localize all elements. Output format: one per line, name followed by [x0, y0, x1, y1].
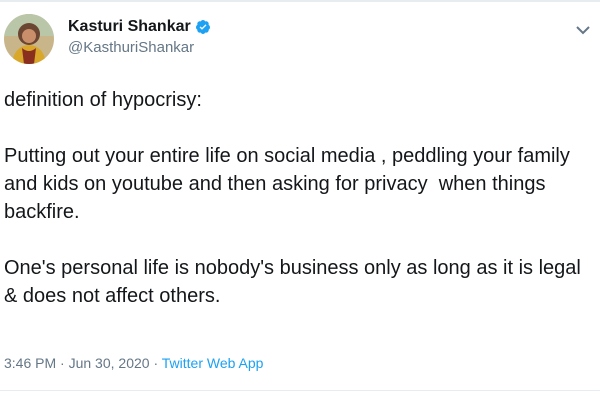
bottom-divider: [0, 390, 600, 391]
meta-separator: ·: [56, 355, 69, 371]
user-avatar-icon: [4, 14, 54, 64]
tweet-header: Kasturi Shankar @KasthuriShankar: [4, 14, 211, 64]
tweet-card[interactable]: Kasturi Shankar @KasthuriShankar definit…: [0, 0, 600, 400]
tweet-date[interactable]: Jun 30, 2020: [69, 355, 150, 371]
tweet-meta: 3:46 PM · Jun 30, 2020 · Twitter Web App: [4, 354, 263, 372]
verified-badge-icon: [195, 19, 211, 35]
tweet-time[interactable]: 3:46 PM: [4, 355, 56, 371]
chevron-down-icon[interactable]: [576, 22, 590, 35]
display-name[interactable]: Kasturi Shankar: [68, 18, 191, 36]
tweet-text: definition of hypocrisy: Putting out you…: [4, 86, 594, 310]
top-divider: [0, 0, 600, 2]
tweet-source-link[interactable]: Twitter Web App: [162, 355, 264, 371]
tweet-text-line1: definition of hypocrisy:: [4, 89, 202, 111]
author-names: Kasturi Shankar @KasthuriShankar: [68, 18, 211, 57]
tweet-text-paragraph3: One's personal life is nobody's business…: [4, 257, 587, 307]
display-name-row: Kasturi Shankar: [68, 18, 211, 36]
tweet-text-paragraph2: Putting out your entire life on social m…: [4, 145, 576, 223]
author-handle[interactable]: @KasthuriShankar: [68, 39, 211, 57]
avatar[interactable]: [4, 14, 54, 64]
meta-separator: ·: [149, 355, 162, 371]
